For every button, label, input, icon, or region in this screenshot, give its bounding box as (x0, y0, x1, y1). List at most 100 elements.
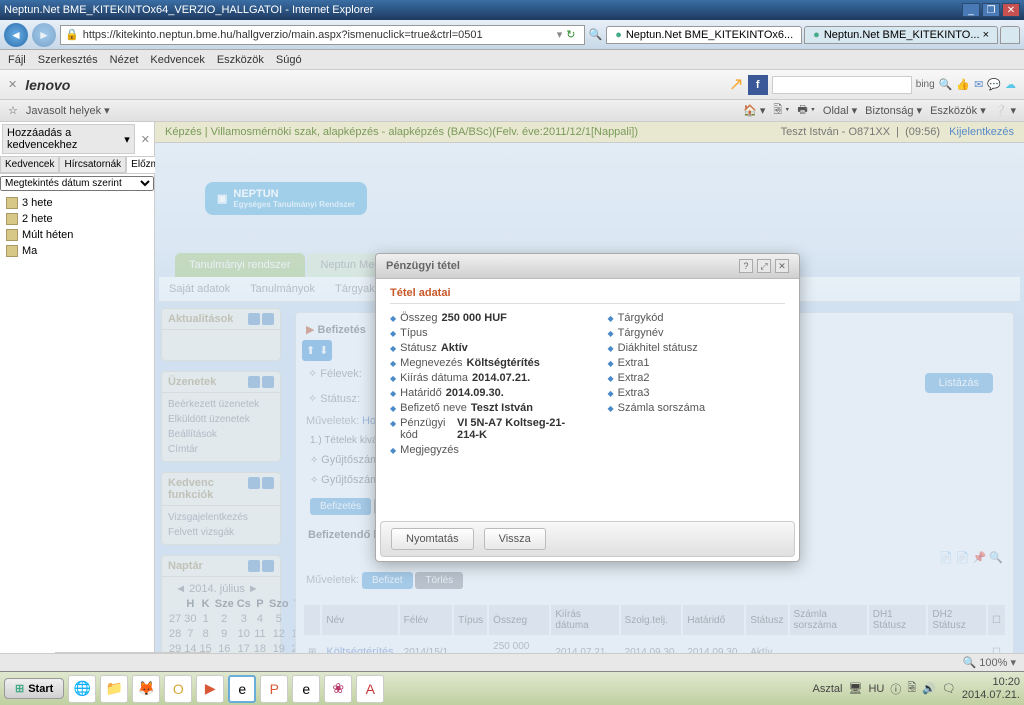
history-item[interactable]: 3 hete (2, 195, 152, 211)
history-item[interactable]: 2 hete (2, 211, 152, 227)
zoom-level[interactable]: 🔍 100% ▾ (963, 656, 1016, 669)
search-icon[interactable]: 🔍 (589, 28, 603, 41)
tray-icon[interactable]: ⓘ (890, 681, 901, 697)
history-item[interactable]: Ma (2, 243, 152, 259)
modal-close-button[interactable]: ✕ (775, 259, 789, 273)
toolbar-icon[interactable]: ⬆ (306, 344, 315, 357)
table-header[interactable]: Számla sorszáma (790, 605, 867, 635)
sidebar-tab-favorites[interactable]: Kedvencek (0, 156, 59, 173)
menu-favorites[interactable]: Kedvencek (150, 54, 204, 66)
modal-header[interactable]: Pénzügyi tétel ? ⤢ ✕ (376, 254, 799, 279)
tray-icon[interactable]: 🗟 (907, 679, 916, 698)
logout-link[interactable]: Kijelentkezés (949, 126, 1014, 138)
tray-icon[interactable]: 🔊 (922, 682, 936, 695)
widget-icon[interactable] (262, 313, 274, 325)
table-header[interactable]: DH2 Státusz (928, 605, 986, 635)
befizet-button[interactable]: Befizet (362, 572, 413, 589)
widget-icon[interactable] (248, 477, 260, 489)
search-icon[interactable]: 🔍 (989, 552, 1003, 564)
menu-view[interactable]: Nézet (110, 54, 139, 66)
menu-file[interactable]: Fájl (8, 54, 26, 66)
tray-clock[interactable]: 10:20 2014.07.21. (962, 676, 1020, 700)
refresh-icon[interactable]: ↻ (566, 28, 575, 41)
taskbar-app-icon[interactable]: ▶ (196, 675, 224, 703)
widget-icon[interactable] (262, 560, 274, 572)
menu-tanulmanyok[interactable]: Tanulmányok (250, 283, 315, 295)
browser-tab[interactable]: ● Neptun.Net BME_KITEKINTO... × (804, 26, 998, 44)
maximize-button[interactable]: ❐ (982, 3, 1000, 17)
export-icon[interactable]: 📄 (956, 552, 970, 564)
taskbar-outlook-icon[interactable]: O (164, 675, 192, 703)
search-button-icon[interactable]: 🔍 (939, 78, 953, 91)
chat-icon[interactable]: 💬 (987, 78, 1001, 91)
menu-edit[interactable]: Szerkesztés (38, 54, 98, 66)
widget-icon[interactable] (248, 313, 260, 325)
taskbar-ie2-icon[interactable]: e (292, 675, 320, 703)
menu-tools[interactable]: Eszközök (217, 54, 264, 66)
help-icon[interactable]: ❔ ▾ (994, 104, 1016, 117)
tray-lang[interactable]: HU (868, 683, 884, 695)
taskbar-firefox-icon[interactable]: 🦊 (132, 675, 160, 703)
widget-icon[interactable] (262, 376, 274, 388)
feed-icon[interactable]: 🗟 ▾ (773, 101, 789, 120)
share-icon[interactable]: ↗ (729, 74, 744, 95)
new-tab-button[interactable] (1000, 26, 1020, 44)
history-view-select[interactable]: Megtekintés dátum szerint (0, 176, 154, 191)
table-header[interactable]: Határidő (683, 605, 744, 635)
sidebar-tab-feeds[interactable]: Hírcsatornák (59, 156, 126, 173)
tools-menu[interactable]: Eszközök ▾ (930, 104, 986, 117)
close-toolbar-icon[interactable]: ✕ (8, 78, 17, 91)
menu-help[interactable]: Súgó (276, 54, 302, 66)
back-button[interactable]: Vissza (484, 528, 546, 550)
table-header[interactable]: Félév (400, 605, 453, 635)
toolbar-icon[interactable]: ⬇ (319, 344, 328, 357)
pin-icon[interactable]: 📌 (973, 552, 987, 564)
like-icon[interactable]: 👍 (956, 78, 970, 91)
history-item[interactable]: Múlt héten (2, 227, 152, 243)
table-header[interactable]: Szolg.telj. (621, 605, 682, 635)
dropdown-icon[interactable]: ▾ (557, 28, 563, 41)
widget-icon[interactable] (248, 376, 260, 388)
table-header[interactable]: Kiírás dátuma (551, 605, 618, 635)
table-header[interactable]: Státusz (746, 605, 787, 635)
taskbar-chrome-icon[interactable]: 🌐 (68, 675, 96, 703)
skype-icon[interactable]: ☁ (1005, 78, 1016, 91)
table-header[interactable]: Név (322, 605, 397, 635)
mail-icon[interactable]: ✉ (974, 78, 983, 91)
address-bar[interactable]: 🔒 https://kitekinto.neptun.bme.hu/hallgv… (60, 25, 585, 45)
listazas-button[interactable]: Listázás (925, 373, 993, 393)
close-sidebar-icon[interactable]: ✕ (137, 133, 154, 146)
modal-maximize-button[interactable]: ⤢ (757, 259, 771, 273)
menu-sajat-adatok[interactable]: Saját adatok (169, 283, 230, 295)
taskbar-app2-icon[interactable]: ❀ (324, 675, 352, 703)
widget-link[interactable]: Elküldött üzenetek (168, 412, 274, 427)
facebook-icon[interactable]: f (748, 75, 768, 95)
home-icon[interactable]: 🏠 ▾ (743, 104, 765, 117)
export-icon[interactable]: 📄 (939, 552, 953, 564)
security-menu[interactable]: Biztonság ▾ (865, 104, 922, 117)
search-input[interactable] (772, 76, 912, 94)
torles-button[interactable]: Törlés (415, 572, 463, 589)
add-favorite-button[interactable]: Hozzáadás a kedvencekhez ▾ (2, 124, 135, 154)
start-button[interactable]: ⊞ Start (4, 678, 64, 699)
favorites-suggest[interactable]: Javasolt helyek ▾ (26, 104, 110, 117)
taskbar-powerpoint-icon[interactable]: P (260, 675, 288, 703)
back-button[interactable]: ◄ (4, 23, 28, 47)
tray-monitor-icon[interactable]: 🖥 (848, 682, 862, 695)
befizetes-button[interactable]: Befizetés (310, 498, 371, 515)
star-icon[interactable]: ☆ (8, 104, 18, 117)
print-button[interactable]: Nyomtatás (391, 528, 474, 550)
taskbar-explorer-icon[interactable]: 📁 (100, 675, 128, 703)
tray-desktop[interactable]: Asztal (813, 683, 843, 695)
menu-targyak[interactable]: Tárgyak (335, 283, 375, 295)
close-button[interactable]: ✕ (1002, 3, 1020, 17)
taskbar-pdf-icon[interactable]: A (356, 675, 384, 703)
widget-link[interactable]: Beállítások (168, 427, 274, 442)
widget-link[interactable]: Beérkezett üzenetek (168, 397, 274, 412)
table-header[interactable]: Összeg (489, 605, 549, 635)
widget-icon[interactable] (248, 560, 260, 572)
taskbar-ie-icon[interactable]: e (228, 675, 256, 703)
browser-tab[interactable]: ● Neptun.Net BME_KITEKINTOx6... (606, 26, 802, 44)
widget-link[interactable]: Felvett vizsgák (168, 525, 274, 540)
tray-icon[interactable]: 🗨 (942, 682, 956, 695)
